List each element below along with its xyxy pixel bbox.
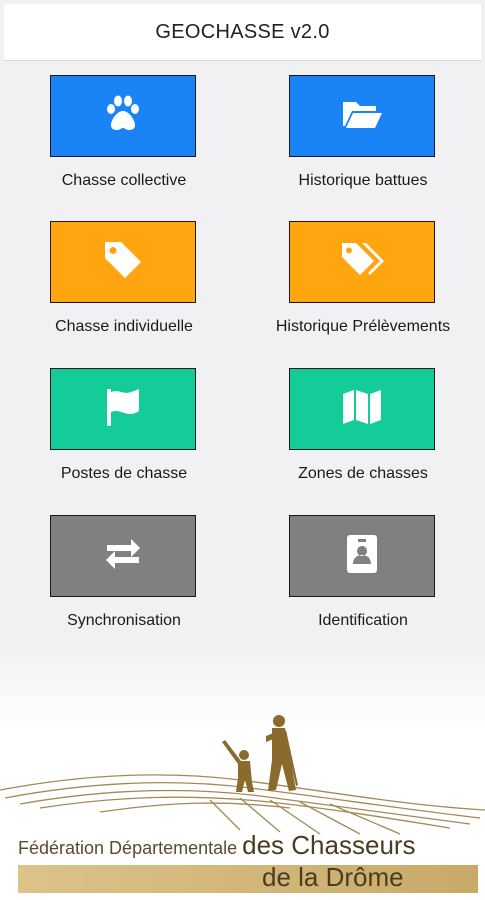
identification-label: Identification <box>318 612 408 629</box>
historique-prelevements-button[interactable] <box>289 221 435 303</box>
app-title: GEOCHASSE v2.0 <box>155 20 330 43</box>
identification-button[interactable] <box>289 515 435 597</box>
federation-name-band <box>18 865 478 893</box>
map-icon <box>340 385 384 434</box>
federation-name-line1: Fédération Départementale des Chasseurs <box>18 830 416 861</box>
id-badge-icon <box>340 532 384 581</box>
paw-icon <box>101 92 145 141</box>
historique-battues-label: Historique battues <box>298 172 428 189</box>
synchronisation-label: Synchronisation <box>67 612 181 629</box>
federation-name-line2: de la Drôme <box>262 862 404 892</box>
zones-de-chasses-label: Zones de chasses <box>298 465 428 482</box>
zones-de-chasses-button[interactable] <box>289 368 435 450</box>
app-header: GEOCHASSE v2.0 <box>4 4 481 61</box>
flag-icon <box>101 385 145 434</box>
federation-name-chasseurs: des Chasseurs <box>242 830 416 860</box>
folder-open-icon <box>340 92 384 141</box>
tags-icon <box>340 238 384 287</box>
hunters-landscape-illustration <box>0 715 485 835</box>
postes-de-chasse-button[interactable] <box>50 368 196 450</box>
historique-battues-button[interactable] <box>289 75 435 157</box>
chasse-collective-button[interactable] <box>50 75 196 157</box>
tag-icon <box>101 238 145 287</box>
federation-name-prefix: Fédération Départementale <box>18 838 243 858</box>
chasse-individuelle-button[interactable] <box>50 221 196 303</box>
chasse-individuelle-label: Chasse individuelle <box>55 318 193 335</box>
postes-de-chasse-label: Postes de chasse <box>60 465 188 482</box>
chasse-collective-label: Chasse collective <box>61 172 187 189</box>
exchange-icon <box>101 532 145 581</box>
synchronisation-button[interactable] <box>50 515 196 597</box>
historique-prelevements-label: Historique Prélèvements <box>275 318 451 335</box>
federation-logo <box>0 640 485 900</box>
